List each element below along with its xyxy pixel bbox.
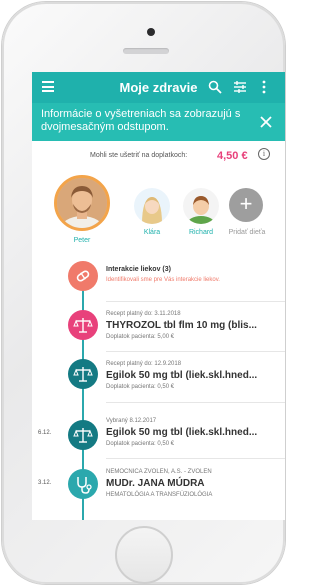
savings-label: Mohli ste ušetriť na doplatkoch:	[90, 152, 188, 159]
banner-text: Informácie o vyšetreniach sa zobrazujú s…	[41, 108, 241, 133]
home-button[interactable]	[115, 526, 173, 584]
timeline-date: 6.12.	[38, 430, 52, 436]
timeline-sub: Doplatok pacienta: 0,50 €	[106, 384, 175, 390]
divider	[106, 458, 285, 459]
timeline-small: Vybraný 8.12.2017	[106, 418, 157, 424]
app-screen: Moje zdravie Informácie o vyšetreniach s…	[32, 72, 285, 520]
divider	[106, 301, 285, 302]
timeline-sub: Identifikovali sme pre Vás interakcie li…	[106, 277, 220, 283]
timeline-small: NEMOCNICA ZVOLEN, A.S. - ZVOLEN	[106, 469, 212, 475]
avatar-klara[interactable]	[134, 188, 170, 224]
timeline-title[interactable]: THYROZOL tbl flm 10 mg (blis...	[106, 320, 257, 331]
pill-icon[interactable]	[68, 261, 98, 291]
savings-value: 4,50 €	[217, 150, 248, 162]
timeline-sub: Doplatok pacienta: 5,00 €	[106, 334, 175, 340]
timeline-sub: HEMATOLÓGIA A TRANSFÚZIOLÓGIA	[106, 492, 213, 498]
avatar-peter[interactable]	[54, 175, 110, 231]
profile-name-klara: Klára	[143, 229, 161, 236]
timeline-sub: Doplatok pacienta: 0,50 €	[106, 441, 175, 447]
filter-icon[interactable]	[233, 80, 247, 94]
profile-name-peter: Peter	[73, 237, 91, 244]
profile-name-richard: Richard	[188, 229, 214, 236]
phone-frame: Moje zdravie Informácie o vyšetreniach s…	[2, 2, 285, 584]
divider	[106, 351, 285, 352]
speaker-grille	[123, 48, 169, 54]
stethoscope-icon[interactable]	[68, 469, 98, 499]
scales-icon[interactable]	[68, 420, 98, 450]
divider	[106, 402, 285, 403]
timeline-small: Recept platný do: 12.9.2018	[106, 361, 182, 367]
page-title: Moje zdravie	[119, 80, 198, 95]
timeline-title[interactable]: Egilok 50 mg tbl (liek.skl.hned...	[106, 427, 257, 438]
info-banner: Informácie o vyšetreniach sa zobrazujú s…	[32, 103, 285, 141]
close-icon[interactable]	[260, 116, 272, 128]
more-icon[interactable]	[262, 80, 266, 94]
timeline-date: 3.12.	[38, 480, 52, 486]
timeline-small: Recept platný do: 3.11.2018	[106, 311, 181, 317]
info-icon[interactable]: i	[258, 148, 270, 160]
timeline-title[interactable]: MUDr. JANA MÚDRA	[106, 478, 205, 489]
scales-icon[interactable]	[68, 359, 98, 389]
search-icon[interactable]	[208, 80, 222, 94]
add-child-button[interactable]: +	[229, 188, 263, 222]
scales-icon[interactable]	[68, 310, 98, 340]
app-bar: Moje zdravie	[32, 72, 285, 103]
avatar-richard[interactable]	[183, 188, 219, 224]
timeline-title[interactable]: Interakcie liekov (3)	[106, 266, 171, 273]
camera-icon	[147, 28, 155, 36]
timeline-title[interactable]: Egilok 50 mg tbl (liek.skl.hned...	[106, 370, 257, 381]
add-child-label: Pridať dieťa	[228, 229, 266, 236]
